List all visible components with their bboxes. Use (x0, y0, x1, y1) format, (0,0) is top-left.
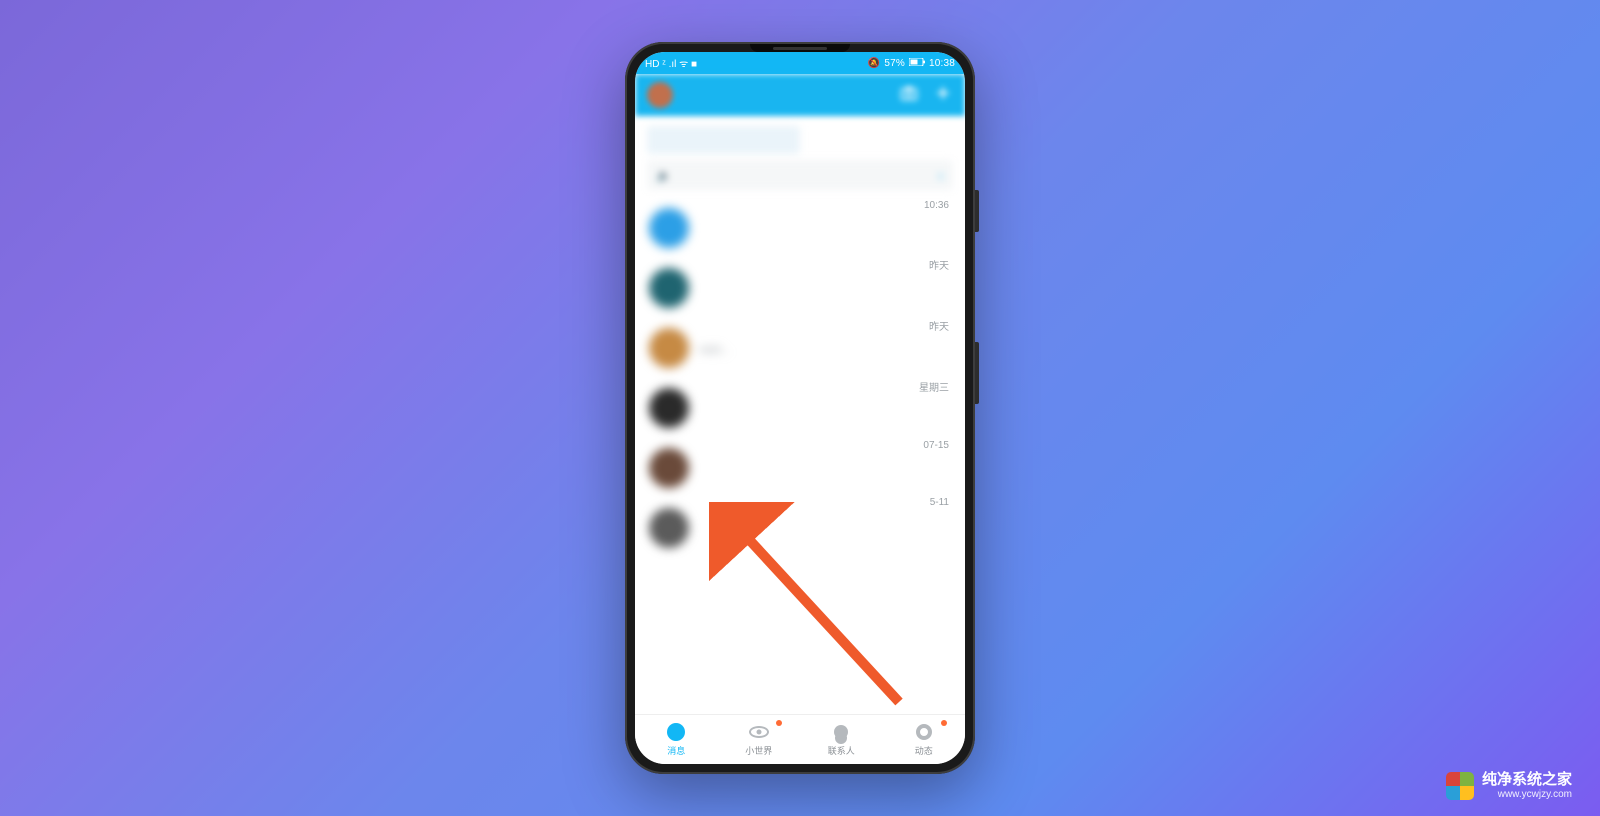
chat-avatar (649, 328, 689, 368)
chat-list: neet... (635, 198, 965, 558)
sound-icon: 🔈 (657, 169, 671, 182)
battery-text: 57% (884, 58, 905, 69)
notice-bar[interactable]: 🔈 › (647, 160, 953, 190)
chat-row[interactable]: neet... (635, 318, 965, 378)
chat-avatar (649, 388, 689, 428)
phone-mockup: HD ᶻ .ıl ᯤ ■ 🔕 57% 10:38 (625, 42, 975, 774)
small-world-icon (749, 722, 769, 742)
app-header (635, 74, 965, 116)
phone-side-button (975, 190, 979, 232)
seg-tab-1[interactable] (647, 126, 800, 154)
messages-icon (666, 722, 686, 742)
chat-avatar (649, 508, 689, 548)
mute-icon: 🔕 (868, 58, 881, 69)
chat-row[interactable] (635, 438, 965, 498)
phone-screen: HD ᶻ .ıl ᯤ ■ 🔕 57% 10:38 (635, 52, 965, 764)
segmented-tabs[interactable] (647, 126, 953, 154)
phone-side-button (975, 342, 979, 404)
chat-row[interactable] (635, 258, 965, 318)
seg-tab-2[interactable] (800, 126, 953, 154)
user-avatar[interactable] (647, 82, 673, 108)
chat-preview: neet... (699, 344, 951, 356)
plus-icon[interactable] (933, 83, 953, 108)
camera-icon[interactable] (899, 83, 919, 108)
trends-icon (914, 722, 934, 742)
status-bar: HD ᶻ .ıl ᯤ ■ 🔕 57% 10:38 (635, 52, 965, 74)
nav-small-world[interactable]: 小世界 (718, 715, 801, 764)
watermark-url: www.ycwjzy.com (1482, 789, 1572, 800)
nav-trends[interactable]: 动态 (883, 715, 966, 764)
nav-contacts[interactable]: 联系人 (800, 715, 883, 764)
bottom-nav: 消息 小世界 联系人 动态 (635, 714, 965, 764)
chat-row[interactable] (635, 498, 965, 558)
chat-row[interactable] (635, 198, 965, 258)
battery-icon (909, 58, 925, 69)
watermark-title: 纯净系统之家 (1482, 772, 1572, 789)
chat-avatar (649, 268, 689, 308)
watermark-logo-icon (1446, 772, 1474, 800)
nav-messages[interactable]: 消息 (635, 715, 718, 764)
contacts-icon (831, 722, 851, 742)
chat-avatar (649, 208, 689, 248)
notification-dot (941, 720, 947, 726)
chat-row[interactable] (635, 378, 965, 438)
notification-dot (776, 720, 782, 726)
chat-avatar (649, 448, 689, 488)
chevron-right-icon: › (938, 167, 943, 183)
status-left-icons: HD ᶻ .ıl ᯤ ■ (645, 56, 697, 70)
status-time: 10:38 (929, 58, 955, 69)
phone-notch (750, 44, 850, 52)
watermark: 纯净系统之家 www.ycwjzy.com (1446, 772, 1572, 800)
